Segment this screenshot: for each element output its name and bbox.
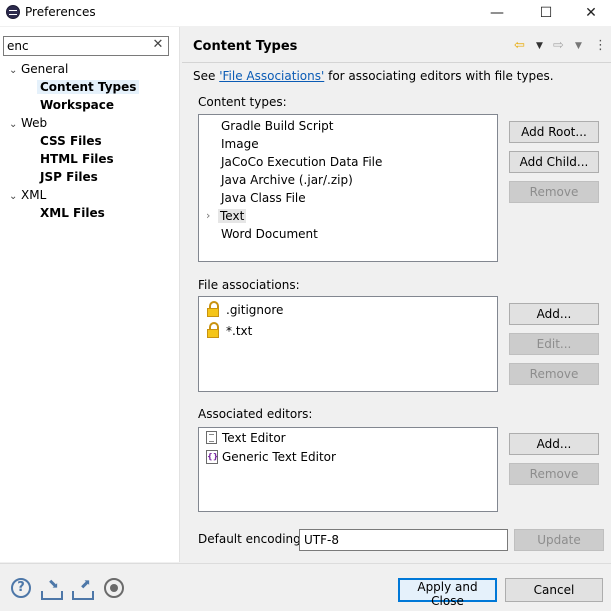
content-type-item[interactable]: Image: [221, 135, 259, 153]
window-title: Preferences: [25, 5, 96, 19]
content-type-item[interactable]: Java Class File: [221, 189, 306, 207]
collapse-chevron-icon[interactable]: ⌄: [9, 188, 21, 206]
remove-editor-button[interactable]: Remove: [509, 463, 599, 485]
footer-divider: [0, 563, 611, 564]
tree-item-label: CSS Files: [40, 134, 102, 148]
file-associations-link[interactable]: 'File Associations': [219, 69, 324, 83]
remove-file-association-button[interactable]: Remove: [509, 363, 599, 385]
associated-editors-label: Associated editors:: [198, 407, 313, 421]
file-association-item[interactable]: .gitignore: [226, 300, 283, 320]
import-icon[interactable]: ⬊: [41, 578, 63, 600]
description-text: See 'File Associations' for associating …: [193, 69, 554, 83]
default-encoding-label: Default encoding:: [198, 532, 305, 546]
default-encoding-input[interactable]: [299, 529, 508, 551]
eclipse-app-icon: [6, 5, 20, 19]
file-association-item[interactable]: *.txt: [226, 321, 252, 341]
tree-item-workspace[interactable]: Workspace: [37, 96, 117, 114]
tree-category-general[interactable]: ⌄ General: [9, 60, 68, 78]
tree-item-xml-files[interactable]: XML Files: [37, 204, 108, 222]
content-type-item[interactable]: Gradle Build Script: [221, 117, 333, 135]
maximize-button[interactable]: ☐: [526, 0, 566, 26]
description-prefix: See: [193, 69, 220, 83]
cancel-button[interactable]: Cancel: [505, 578, 603, 602]
minimize-button[interactable]: —: [477, 0, 517, 26]
remove-content-type-button[interactable]: Remove: [509, 181, 599, 203]
export-icon[interactable]: ⬈: [72, 578, 94, 600]
content-type-item[interactable]: Word Document: [221, 225, 318, 243]
content-type-item-selected[interactable]: Text: [218, 207, 247, 225]
forward-menu-dropdown-icon[interactable]: ▼: [575, 37, 582, 55]
tree-category-web[interactable]: ⌄ Web: [9, 114, 47, 132]
content-type-item[interactable]: JaCoCo Execution Data File: [221, 153, 382, 171]
tree-item-label: JSP Files: [40, 170, 98, 184]
filter-input[interactable]: [3, 36, 169, 56]
help-icon[interactable]: ?: [11, 578, 31, 598]
record-icon[interactable]: [104, 578, 124, 598]
tree-item-content-types[interactable]: Content Types: [37, 78, 140, 96]
close-window-button[interactable]: ✕: [571, 0, 611, 26]
tree-item-label: Content Types: [37, 80, 140, 94]
update-encoding-button[interactable]: Update: [514, 529, 604, 551]
forward-arrow-icon[interactable]: ⇨: [553, 37, 564, 55]
content-type-item-label: Text: [218, 209, 247, 223]
lock-icon: [206, 301, 220, 317]
tree-item-label: Workspace: [40, 98, 115, 112]
content-type-item[interactable]: Java Archive (.jar/.zip): [221, 171, 353, 189]
edit-file-association-button[interactable]: Edit...: [509, 333, 599, 355]
add-file-association-button[interactable]: Add...: [509, 303, 599, 325]
tree-item-jsp-files[interactable]: JSP Files: [37, 168, 101, 186]
page-title: Content Types: [193, 39, 298, 54]
tree-category-label: Web: [21, 116, 48, 130]
header-divider: [182, 62, 611, 63]
lock-icon: [206, 322, 220, 338]
collapse-chevron-icon[interactable]: ⌄: [9, 62, 21, 80]
tree-item-label: HTML Files: [40, 152, 114, 166]
tree-category-xml[interactable]: ⌄ XML: [9, 186, 46, 204]
add-editor-button[interactable]: Add...: [509, 433, 599, 455]
back-arrow-icon[interactable]: ⇦: [514, 37, 525, 55]
apply-and-close-button[interactable]: Apply and Close: [398, 578, 497, 608]
content-types-label: Content types:: [198, 95, 287, 109]
file-associations-label: File associations:: [198, 278, 300, 292]
expand-chevron-icon[interactable]: ›: [206, 209, 210, 222]
tree-item-label: XML Files: [40, 206, 105, 220]
view-menu-icon[interactable]: ⋮: [594, 37, 607, 55]
back-menu-dropdown-icon[interactable]: ▼: [536, 37, 543, 55]
tree-item-html-files[interactable]: HTML Files: [37, 150, 117, 168]
text-editor-icon: [206, 431, 217, 444]
add-root-button[interactable]: Add Root...: [509, 121, 599, 143]
add-child-button[interactable]: Add Child...: [509, 151, 599, 173]
tree-category-label: XML: [21, 188, 47, 202]
clear-filter-icon[interactable]: ✕: [151, 38, 165, 52]
tree-category-label: General: [21, 62, 69, 76]
editor-item[interactable]: Generic Text Editor: [222, 448, 336, 466]
collapse-chevron-icon[interactable]: ⌄: [9, 116, 21, 134]
generic-editor-icon: {}: [206, 450, 218, 464]
description-suffix: for associating editors with file types.: [324, 69, 554, 83]
editor-item[interactable]: Text Editor: [222, 429, 286, 447]
tree-item-css-files[interactable]: CSS Files: [37, 132, 105, 150]
